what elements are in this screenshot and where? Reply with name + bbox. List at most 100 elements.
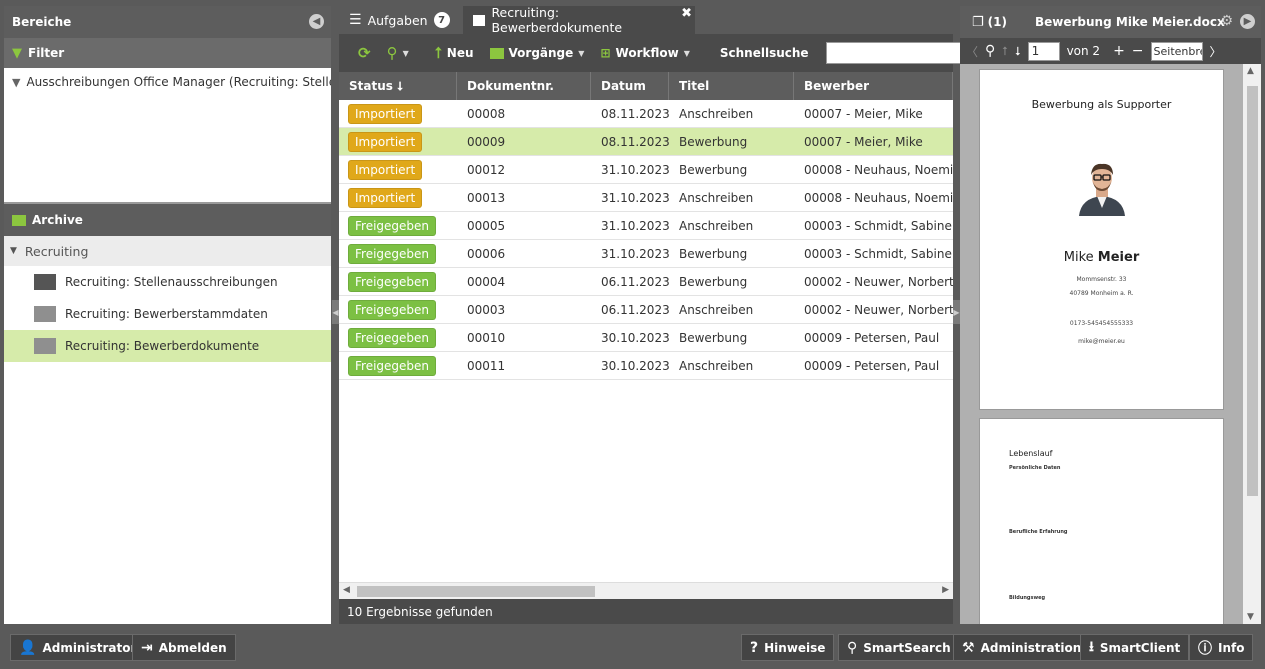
user-button[interactable]: 👤 Administrator [10, 634, 146, 661]
page-down-icon[interactable]: ⭣ [1015, 44, 1021, 59]
table-row[interactable]: Importiert 00012 31.10.2023 Bewerbung 00008 … [339, 156, 953, 184]
tools-icon: ⚒ [962, 639, 975, 656]
administration-button[interactable]: ⚒ Administration [953, 634, 1091, 661]
preview-header: ❐ (1) Bewerbung Mike Meier.docx ⚙ ▶ [960, 6, 1261, 38]
cell-status: Importiert [339, 128, 457, 155]
cell-applicant: 00008 - Neuhaus, Noemi [804, 162, 953, 177]
tree-item-stellenausschreibungen[interactable]: Recruiting: Stellenausschreibungen [4, 266, 331, 298]
column-title[interactable]: Titel [669, 72, 794, 100]
tab-tasks[interactable]: ☰ Aufgaben 7 [339, 6, 463, 34]
zoom-select[interactable]: Seitenbreite [1150, 41, 1203, 61]
logout-button[interactable]: ⇥ Abmelden [132, 634, 236, 661]
table-row[interactable]: Freigegeben 00004 06.11.2023 Bewerbung 00002… [339, 268, 953, 296]
filter-item[interactable]: ▼ Ausschreibungen Office Manager (Recrui… [4, 68, 331, 96]
cell-date: 30.10.2023 [601, 330, 669, 345]
table-row[interactable]: Freigegeben 00003 06.11.2023 Anschreiben 000… [339, 296, 953, 324]
collapse-left-icon[interactable]: ◀ [309, 14, 324, 29]
search-icon: ⚲ [386, 44, 398, 62]
page-up-icon[interactable]: ⭡ [1002, 44, 1008, 59]
table-row[interactable]: Freigegeben 00005 31.10.2023 Anschreiben 000… [339, 212, 953, 240]
scroll-thumb[interactable] [357, 586, 595, 597]
hints-button[interactable]: ? Hinweise [741, 634, 835, 661]
table-row[interactable]: Importiert 00008 08.11.2023 Anschreiben 0000… [339, 100, 953, 128]
column-applicant[interactable]: Bewerber [794, 72, 953, 100]
zoom-in-icon[interactable]: + [1113, 43, 1125, 59]
smartsearch-label: SmartSearch [863, 640, 951, 655]
cell-title: Bewerbung [679, 162, 748, 177]
scroll-up-icon[interactable]: ▲ [1247, 66, 1254, 76]
next-doc-icon[interactable]: 〉 [1210, 43, 1222, 60]
cell-status: Importiert [339, 100, 457, 127]
document-viewport[interactable]: Bewerbung als Supporter Mike Meier Momms… [960, 64, 1243, 624]
chevron-down-icon: ▼ [402, 48, 409, 58]
cell-docnr: 00011 [467, 358, 506, 373]
refresh-icon: ⟳ [358, 44, 371, 62]
cell-date: 31.10.2023 [601, 190, 669, 205]
tree-root-recruiting[interactable]: ▼ Recruiting [4, 236, 331, 266]
filter-label: Filter [28, 46, 65, 60]
gear-icon[interactable]: ⚙ [1220, 13, 1233, 29]
cell-docnr: 00012 [467, 162, 506, 177]
cell-title: Anschreiben [679, 358, 754, 373]
cv-experience-heading: Berufliche Erfahrung [1009, 529, 1068, 535]
folder-icon [34, 306, 56, 322]
quicksearch-input[interactable] [825, 42, 979, 64]
cell-title: Bewerbung [679, 134, 748, 149]
table-row[interactable]: Freigegeben 00011 30.10.2023 Anschreiben 000… [339, 352, 953, 380]
scroll-right-icon[interactable]: ▶ [942, 585, 949, 595]
applicant-first-name: Mike [1063, 250, 1094, 265]
search-dropdown-button[interactable]: ⚲ ▼ [382, 44, 414, 62]
processes-button[interactable]: Vorgänge ▼ [485, 46, 590, 60]
new-button[interactable]: ⭡ Neu [430, 44, 479, 62]
tree-item-bewerberstammdaten[interactable]: Recruiting: Bewerberstammdaten [4, 298, 331, 330]
scroll-left-icon[interactable]: ◀ [343, 585, 350, 595]
column-status[interactable]: Status ⭣ [339, 72, 457, 100]
documents-panel: ☰ Aufgaben 7 Recruiting: Bewerberdokumen… [339, 5, 979, 624]
horizontal-scrollbar[interactable]: ◀ ▶ [339, 582, 953, 599]
status-badge: Freigegeben [348, 215, 437, 236]
tab-tasks-label: Aufgaben [367, 12, 428, 28]
workflow-label: Workflow [615, 46, 679, 60]
right-splitter-handle[interactable]: ▶ [953, 300, 960, 324]
cell-applicant: 00009 - Petersen, Paul [804, 330, 940, 345]
smartclient-label: SmartClient [1099, 640, 1181, 655]
tree-item-label: Recruiting: Stellenausschreibungen [65, 275, 278, 289]
cell-title: Bewerbung [679, 330, 748, 345]
workflow-button[interactable]: ⊞ Workflow ▼ [595, 46, 694, 60]
tab-bewerberdokumente[interactable]: Recruiting: Bewerberdokumente ✖ [463, 5, 695, 35]
table-row[interactable]: Freigegeben 00010 30.10.2023 Bewerbung 00009… [339, 324, 953, 352]
scroll-down-icon[interactable]: ▼ [1247, 612, 1254, 622]
cell-docnr: 00008 [467, 106, 506, 121]
table-row[interactable]: Freigegeben 00006 31.10.2023 Bewerbung 00003… [339, 240, 953, 268]
vertical-scrollbar[interactable]: ▲ ▼ [1243, 64, 1261, 624]
cell-title: Bewerbung [679, 274, 748, 289]
status-badge: Freigegeben [348, 327, 437, 348]
filter-header[interactable]: ▼ Filter [4, 38, 331, 68]
expand-triangle-icon[interactable]: ▼ [10, 246, 17, 256]
prev-doc-icon[interactable]: 〈 [966, 43, 978, 60]
zoom-out-icon[interactable]: − [1132, 43, 1144, 59]
table-row[interactable]: Importiert 00009 08.11.2023 Bewerbung 00007 … [339, 128, 953, 156]
page-number-input[interactable]: 1 [1027, 41, 1060, 61]
cell-status: Importiert [339, 184, 457, 211]
table-row[interactable]: Importiert 00013 31.10.2023 Anschreiben 0000… [339, 184, 953, 212]
tree-item-bewerberdokumente[interactable]: Recruiting: Bewerberdokumente [4, 330, 331, 362]
column-date[interactable]: Datum [591, 72, 669, 100]
column-docnr[interactable]: Dokumentnr. [457, 72, 591, 100]
folder-icon [34, 274, 56, 290]
close-tab-icon[interactable]: ✖ [681, 6, 692, 21]
scroll-thumb[interactable] [1247, 86, 1258, 496]
smartsearch-button[interactable]: ⚲ SmartSearch [838, 634, 960, 661]
areas-header: Bereiche ◀ [4, 6, 331, 38]
cell-date: 30.10.2023 [601, 358, 669, 373]
applicant-photo [1079, 163, 1125, 216]
cell-status: Freigegeben [339, 352, 457, 379]
cell-title: Anschreiben [679, 190, 754, 205]
search-icon[interactable]: ⚲ [985, 43, 995, 59]
smartclient-button[interactable]: ⭳ SmartClient [1080, 634, 1190, 661]
info-button[interactable]: ⓘ Info [1189, 634, 1254, 661]
archive-header[interactable]: Archive [4, 204, 331, 236]
left-splitter-handle[interactable]: ◀ [332, 300, 339, 324]
collapse-right-icon[interactable]: ▶ [1240, 14, 1255, 29]
refresh-button[interactable]: ⟳ [353, 44, 376, 62]
